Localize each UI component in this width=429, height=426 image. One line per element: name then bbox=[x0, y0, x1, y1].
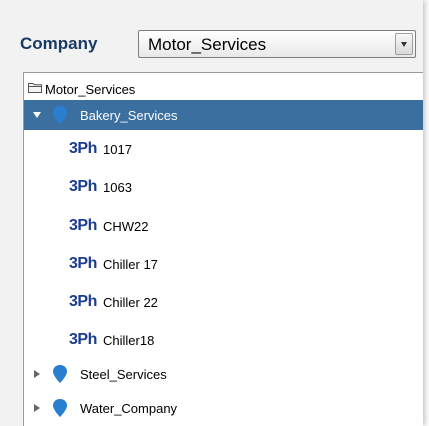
tree-root[interactable]: Motor_Services bbox=[24, 79, 423, 99]
device-tree-panel: Company Motor_Services Motor_Services Ba… bbox=[0, 0, 423, 426]
tree-group-steel-services[interactable]: Steel_Services bbox=[24, 359, 423, 389]
tree-device-row[interactable]: 3Ph 1017 bbox=[24, 134, 423, 164]
tree-device-row[interactable]: 3Ph CHW22 bbox=[24, 211, 423, 241]
three-phase-icon: 3Ph bbox=[69, 255, 97, 272]
tree-device-label: Chiller 17 bbox=[103, 257, 158, 272]
company-select[interactable]: Motor_Services bbox=[138, 30, 416, 58]
three-phase-icon: 3Ph bbox=[69, 178, 97, 195]
company-label: Company bbox=[20, 34, 98, 53]
collapsed-arrow-icon[interactable] bbox=[34, 370, 40, 378]
tree-device-label: Chiller 22 bbox=[103, 295, 158, 310]
expanded-arrow-icon[interactable] bbox=[33, 112, 41, 118]
tree-device-label: Chiller18 bbox=[103, 333, 155, 348]
tree-group-water-company[interactable]: Water_Company bbox=[24, 393, 423, 423]
folder-icon bbox=[28, 83, 42, 93]
chevron-down-icon[interactable] bbox=[395, 33, 413, 55]
tree-device-row[interactable]: 3Ph 1063 bbox=[24, 172, 423, 202]
tree-device-label: CHW22 bbox=[103, 219, 149, 234]
collapsed-arrow-icon[interactable] bbox=[34, 404, 40, 412]
tree-group-bakery-services[interactable]: Bakery_Services bbox=[24, 100, 423, 130]
tree-group-label: Water_Company bbox=[80, 401, 178, 416]
tree-device-row[interactable]: 3Ph Chiller18 bbox=[24, 325, 423, 355]
company-select-value: Motor_Services bbox=[148, 35, 267, 54]
tree-root-label: Motor_Services bbox=[45, 82, 136, 97]
tree-group-label: Bakery_Services bbox=[80, 108, 178, 123]
tree-device-row[interactable]: 3Ph Chiller 17 bbox=[24, 249, 423, 279]
three-phase-icon: 3Ph bbox=[69, 217, 97, 234]
three-phase-icon: 3Ph bbox=[69, 140, 97, 157]
map-pin-icon bbox=[53, 106, 67, 124]
three-phase-icon: 3Ph bbox=[69, 331, 97, 348]
company-selector-row: Company Motor_Services bbox=[20, 30, 416, 58]
tree-device-label: 1063 bbox=[103, 180, 132, 195]
device-tree[interactable]: Motor_Services Bakery_Services 3Ph 1017 … bbox=[23, 72, 423, 426]
three-phase-icon: 3Ph bbox=[69, 293, 97, 310]
tree-device-label: 1017 bbox=[103, 142, 132, 157]
tree-device-row[interactable]: 3Ph Chiller 22 bbox=[24, 287, 423, 317]
map-pin-icon bbox=[53, 399, 67, 417]
tree-group-label: Steel_Services bbox=[80, 367, 167, 382]
map-pin-icon bbox=[53, 365, 67, 383]
